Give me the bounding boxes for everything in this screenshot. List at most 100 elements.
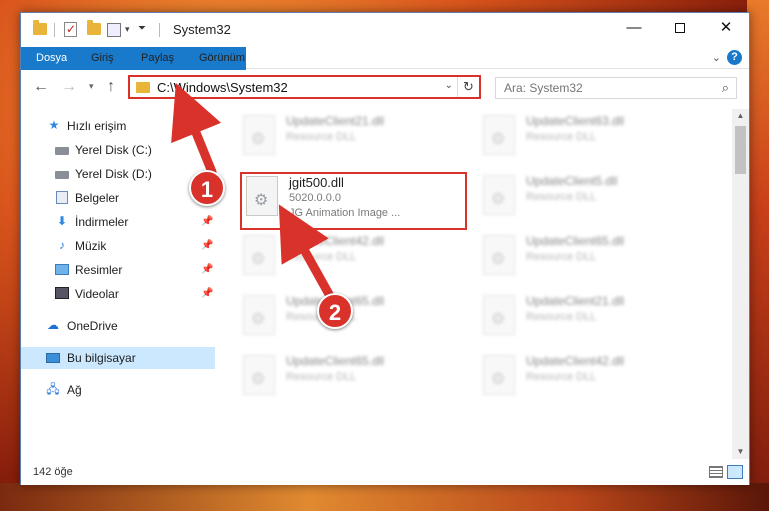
properties-check-icon[interactable] bbox=[64, 22, 77, 37]
file-name: UpdateClient42.dll bbox=[286, 234, 385, 248]
folder-icon bbox=[33, 20, 47, 35]
status-bar: 142 öğe bbox=[21, 461, 749, 485]
scrollbar-thumb[interactable] bbox=[735, 126, 746, 174]
ribbon: Dosya Giriş Paylaş Görünüm ⌄ ? bbox=[21, 47, 749, 97]
navigation-pane: ★ Hızlı erişim Yerel Disk (C:) Yerel Dis… bbox=[21, 109, 215, 455]
file-item[interactable]: UpdateClient42.dll Resource DLL bbox=[237, 231, 462, 281]
file-type: Resource DLL bbox=[526, 251, 597, 263]
recent-locations-icon[interactable]: ▾ bbox=[89, 81, 94, 92]
new-folder-icon[interactable] bbox=[87, 20, 101, 35]
tiles-view-icon[interactable] bbox=[727, 465, 743, 479]
file-item[interactable]: UpdateClient21.dll Resource DLL bbox=[477, 291, 702, 341]
dll-file-icon bbox=[483, 175, 515, 215]
item-count: 142 öğe bbox=[33, 466, 73, 478]
sidebar-item-label: Müzik bbox=[75, 239, 107, 253]
sidebar-item-downloads[interactable]: ⬇ İndirmeler 📌 bbox=[21, 211, 215, 233]
step-1-badge: 1 bbox=[189, 170, 225, 206]
sidebar-item-pictures[interactable]: Resimler 📌 bbox=[21, 259, 215, 281]
search-input[interactable] bbox=[496, 78, 696, 98]
sidebar-item-local-disk-d[interactable]: Yerel Disk (D:) bbox=[21, 163, 215, 185]
help-icon[interactable]: ? bbox=[727, 50, 742, 65]
window-title: System32 bbox=[173, 22, 231, 37]
sidebar-item-videos[interactable]: Videolar 📌 bbox=[21, 283, 215, 305]
dll-file-icon bbox=[243, 295, 275, 335]
file-name: UpdateClient65.dll bbox=[286, 354, 385, 368]
details-view-icon[interactable] bbox=[709, 466, 723, 478]
file-name: jgit500.dll bbox=[289, 175, 344, 190]
dll-file-icon bbox=[483, 115, 515, 155]
tab-view[interactable]: Görünüm bbox=[189, 47, 255, 69]
sidebar-item-quick-access[interactable]: ★ Hızlı erişim bbox=[21, 115, 215, 137]
view-icon[interactable] bbox=[107, 23, 121, 37]
vertical-scrollbar[interactable]: ▲ ▼ bbox=[732, 109, 749, 459]
documents-icon bbox=[56, 191, 68, 204]
sidebar-item-label: Yerel Disk (D:) bbox=[75, 167, 152, 181]
file-type: Resource DLL bbox=[526, 191, 597, 203]
address-path[interactable]: C:\Windows\System32 bbox=[157, 80, 288, 95]
sidebar-item-local-disk-c[interactable]: Yerel Disk (C:) bbox=[21, 139, 215, 161]
sidebar-item-label: Hızlı erişim bbox=[67, 119, 127, 133]
file-item[interactable]: UpdateClient42.dll Resource DLL bbox=[477, 351, 702, 401]
dll-file-icon bbox=[243, 115, 275, 155]
file-item[interactable]: UpdateClient65.dll Resource DLL bbox=[237, 351, 462, 401]
drive-icon bbox=[55, 171, 69, 179]
dll-file-icon bbox=[243, 355, 275, 395]
file-type: Resource DLL bbox=[286, 131, 357, 143]
pin-icon[interactable]: 📌 bbox=[201, 264, 213, 275]
close-button[interactable]: ✕ bbox=[703, 13, 749, 43]
forward-button[interactable]: → bbox=[61, 78, 77, 96]
file-list: UpdateClient21.dll Resource DLL UpdateCl… bbox=[217, 109, 731, 455]
desktop-wallpaper-bottom bbox=[0, 483, 769, 511]
file-name: UpdateClient21.dll bbox=[526, 294, 625, 308]
pin-icon[interactable]: 📌 bbox=[201, 240, 213, 251]
sidebar-item-network[interactable]: 🖧 Ağ bbox=[21, 379, 215, 401]
file-type: Resource DLL bbox=[526, 311, 597, 323]
tab-share[interactable]: Paylaş bbox=[131, 47, 184, 69]
minimize-button[interactable]: — bbox=[611, 13, 657, 43]
sidebar-item-this-pc[interactable]: Bu bilgisayar bbox=[21, 347, 215, 369]
expand-ribbon-icon[interactable]: ⌄ bbox=[712, 51, 721, 64]
file-type: Resource DLL bbox=[286, 371, 357, 383]
toolbar-separator bbox=[54, 23, 55, 37]
pin-icon[interactable]: 📌 bbox=[201, 288, 213, 299]
address-bar[interactable]: C:\Windows\System32 ⌄ ↻ bbox=[128, 75, 481, 99]
desktop-wallpaper-right bbox=[747, 0, 769, 511]
sidebar-item-label: OneDrive bbox=[67, 319, 118, 333]
dll-file-icon bbox=[483, 355, 515, 395]
sidebar-item-documents[interactable]: Belgeler bbox=[21, 187, 215, 209]
sidebar-item-label: Ağ bbox=[67, 383, 82, 397]
drive-icon bbox=[55, 147, 69, 155]
file-item[interactable]: UpdateClient21.dll Resource DLL bbox=[237, 111, 462, 161]
file-item[interactable]: UpdateClient5.dll Resource DLL bbox=[477, 171, 702, 221]
search-box[interactable]: ⌕ bbox=[495, 77, 737, 99]
maximize-button[interactable] bbox=[657, 13, 703, 43]
dll-file-icon bbox=[246, 176, 278, 216]
scroll-down-icon[interactable]: ▼ bbox=[732, 445, 749, 459]
dll-file-icon bbox=[483, 295, 515, 335]
back-button[interactable]: ← bbox=[33, 78, 49, 96]
customize-toolbar-icon[interactable]: ⏷ bbox=[138, 23, 146, 34]
file-version: 5020.0.0.0 bbox=[289, 192, 341, 204]
file-type: Resource DLL bbox=[526, 371, 597, 383]
pin-icon[interactable]: 📌 bbox=[201, 216, 213, 227]
dll-file-icon bbox=[243, 235, 275, 275]
folder-icon bbox=[136, 82, 150, 93]
navigation-bar: ← → ▾ ↑ C:\Windows\System32 ⌄ ↻ ⌕ bbox=[21, 70, 749, 106]
scroll-up-icon[interactable]: ▲ bbox=[732, 109, 749, 123]
sidebar-item-label: Bu bilgisayar bbox=[67, 351, 136, 365]
search-icon[interactable]: ⌕ bbox=[722, 80, 729, 96]
file-item-jgit500[interactable]: jgit500.dll 5020.0.0.0 JG Animation Imag… bbox=[240, 172, 467, 230]
file-item[interactable]: UpdateClient63.dll Resource DLL bbox=[477, 111, 702, 161]
file-name: UpdateClient42.dll bbox=[526, 354, 625, 368]
file-type: Resource DLL bbox=[526, 131, 597, 143]
refresh-button[interactable]: ↻ bbox=[457, 77, 479, 97]
sidebar-item-music[interactable]: ♪ Müzik 📌 bbox=[21, 235, 215, 257]
up-button[interactable]: ↑ bbox=[107, 78, 115, 96]
file-name: UpdateClient63.dll bbox=[526, 114, 625, 128]
chevron-down-icon[interactable]: ▾ bbox=[125, 24, 130, 35]
tab-home[interactable]: Giriş bbox=[81, 47, 124, 69]
video-icon bbox=[55, 287, 69, 299]
sidebar-item-onedrive[interactable]: ☁ OneDrive bbox=[21, 315, 215, 337]
chevron-down-icon[interactable]: ⌄ bbox=[445, 80, 453, 91]
file-item[interactable]: UpdateClient65.dll Resource DLL bbox=[477, 231, 702, 281]
